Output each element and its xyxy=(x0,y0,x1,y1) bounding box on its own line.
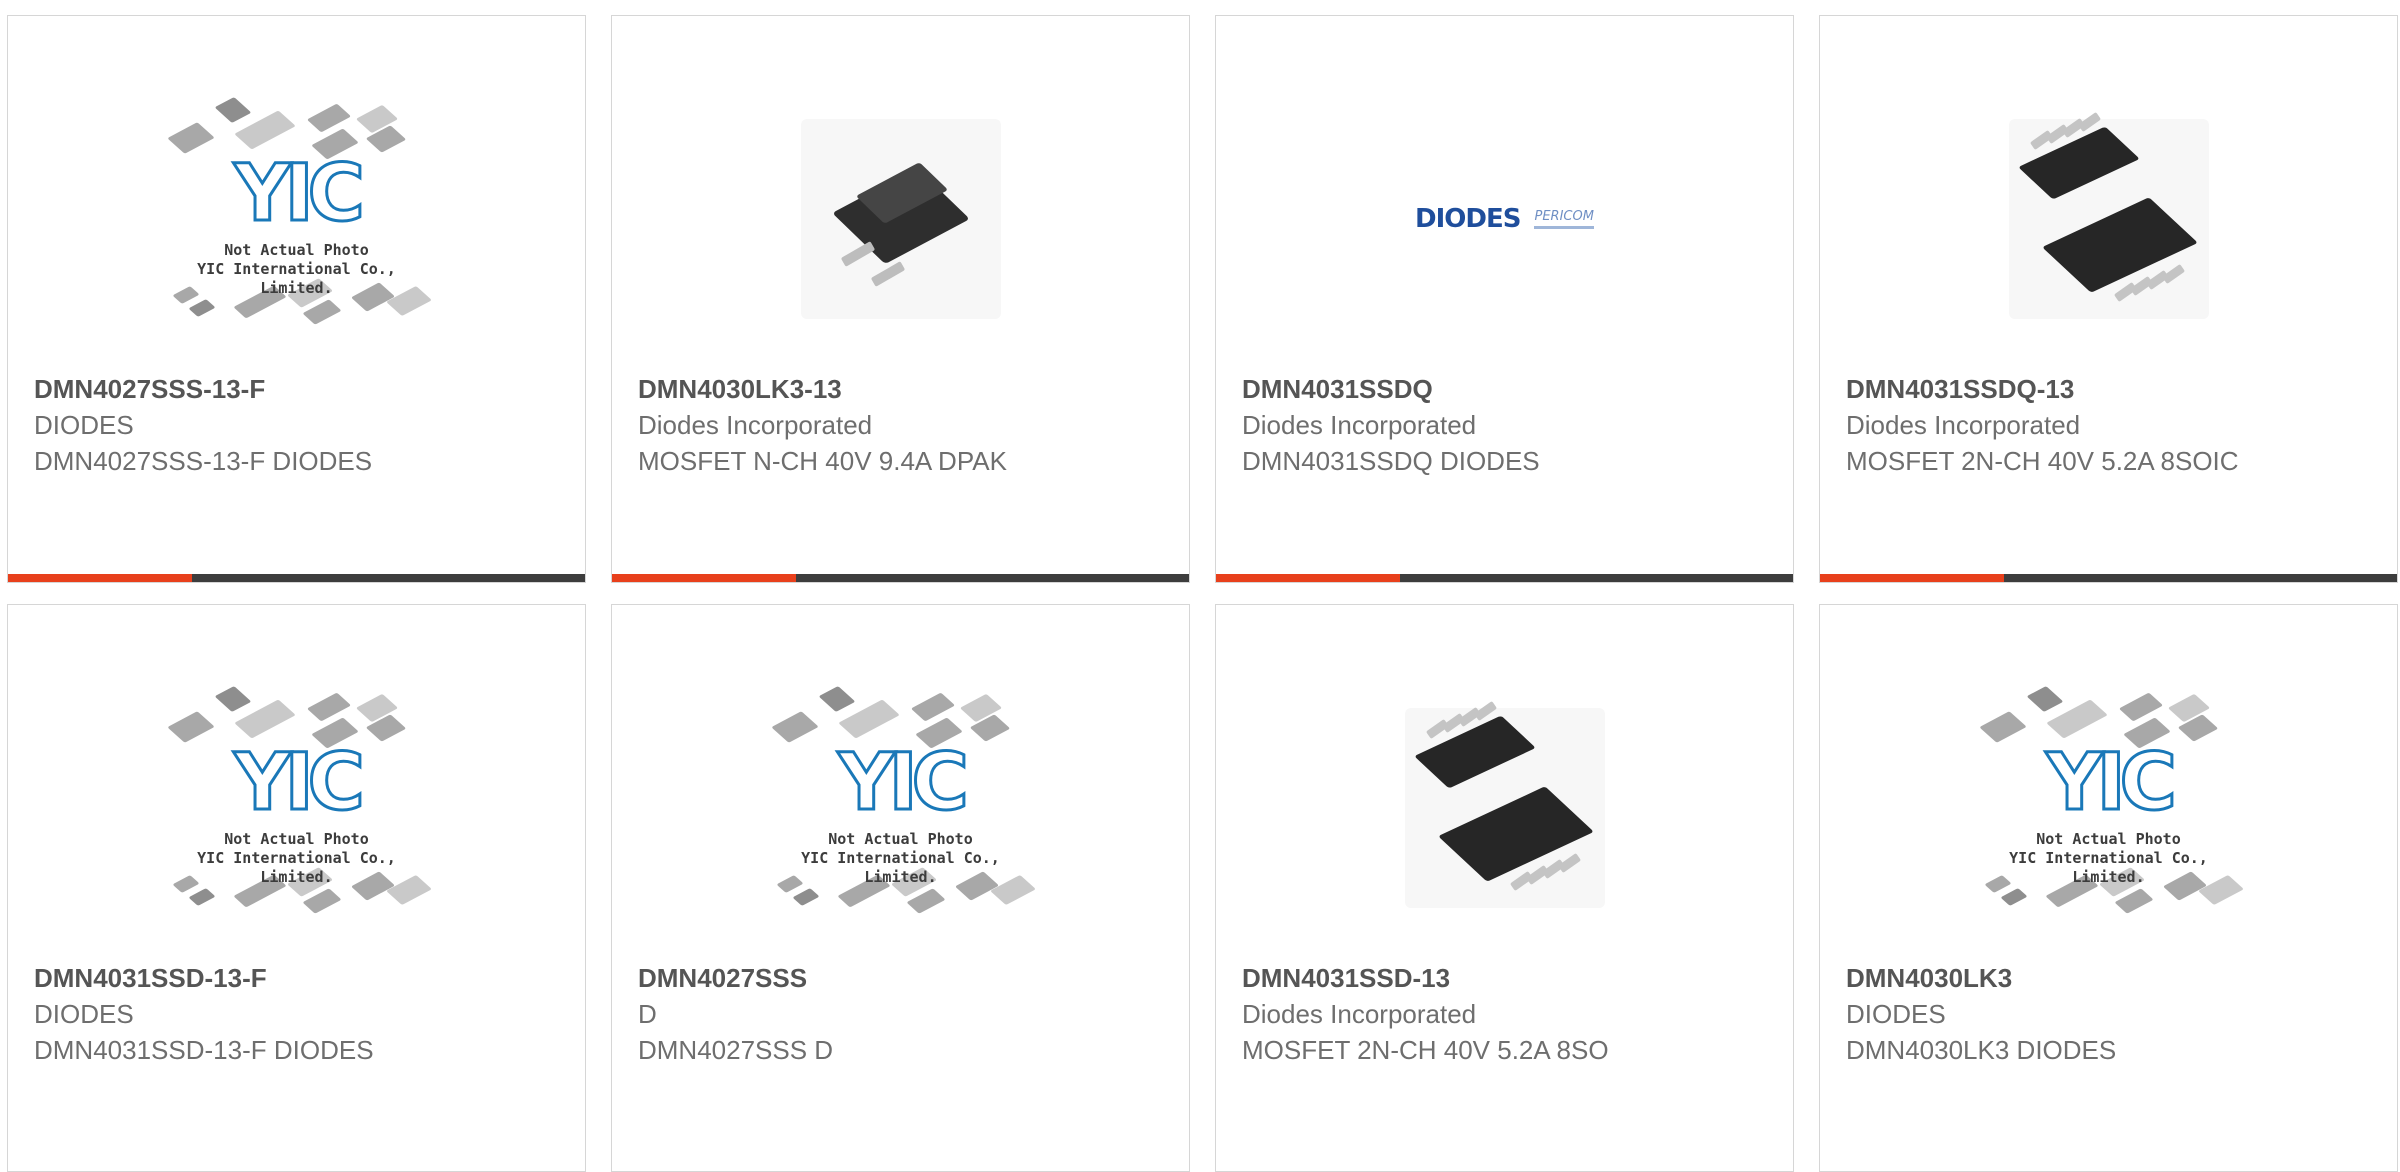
chip-thumbnail xyxy=(1999,887,2028,906)
manufacturer: DIODES xyxy=(34,410,134,440)
chip-thumbnail xyxy=(166,710,215,743)
part-number-link[interactable]: DMN4031SSD-13-F xyxy=(34,960,454,996)
placeholder-image: YIC Not Actual Photo YIC International C… xyxy=(766,685,1036,928)
yic-logo: YIC xyxy=(837,737,971,828)
product-image[interactable] xyxy=(612,76,1189,361)
product-image[interactable]: YIC Not Actual Photo YIC International C… xyxy=(8,76,585,361)
product-image[interactable] xyxy=(1216,665,1793,950)
image-caption-company: YIC International Co., Limited. xyxy=(197,848,396,886)
placeholder-image: YIC Not Actual Photo YIC International C… xyxy=(162,96,432,339)
chip-thumbnail xyxy=(1978,710,2027,743)
manufacturer: DIODES xyxy=(1846,999,1946,1029)
chip-thumbnail xyxy=(187,887,216,906)
part-number-link[interactable]: DMN4027SSS-13-F xyxy=(34,371,454,407)
manufacturer: Diodes Incorporated xyxy=(1846,410,2081,440)
product-info: DMN4027SSS D DMN4027SSS D xyxy=(638,960,1058,1068)
product-grid: YIC Not Actual Photo YIC International C… xyxy=(0,0,2400,1172)
product-info: DMN4030LK3 DIODES DMN4030LK3 DIODES xyxy=(1846,960,2266,1068)
chip-thumbnail xyxy=(791,887,820,906)
product-description: DMN4027SSS-13-F DIODES xyxy=(34,446,373,476)
part-number-link[interactable]: DMN4031SSD-13 xyxy=(1242,960,1662,996)
product-image[interactable]: YIC Not Actual Photo YIC International C… xyxy=(8,665,585,950)
diodes-logo-image: DIODES PERICOM xyxy=(1415,204,1594,234)
product-card[interactable]: DIODES PERICOM DMN4031SSDQ Diodes Incorp… xyxy=(1215,15,1794,583)
product-description: MOSFET 2N-CH 40V 5.2A 8SO xyxy=(1242,1035,1609,1065)
card-accent xyxy=(8,574,192,582)
card-bottom-bar xyxy=(1216,574,1793,582)
part-number-link[interactable]: DMN4027SSS xyxy=(638,960,1058,996)
manufacturer: Diodes Incorporated xyxy=(1242,999,1477,1029)
image-caption: Not Actual Photo xyxy=(2036,829,2181,848)
image-caption-company: YIC International Co., Limited. xyxy=(2009,848,2208,886)
image-caption: Not Actual Photo xyxy=(224,829,369,848)
product-description: DMN4031SSD-13-F DIODES xyxy=(34,1035,374,1065)
product-card[interactable]: YIC Not Actual Photo YIC International C… xyxy=(7,15,586,583)
product-card[interactable]: DMN4031SSD-13 Diodes Incorporated MOSFET… xyxy=(1215,604,1794,1172)
product-card[interactable]: YIC Not Actual Photo YIC International C… xyxy=(7,604,586,1172)
chip-thumbnail xyxy=(2026,685,2063,712)
product-info: DMN4031SSD-13-F DIODES DMN4031SSD-13-F D… xyxy=(34,960,454,1068)
card-bottom-bar xyxy=(8,574,585,582)
chip-thumbnail xyxy=(306,103,351,132)
yic-logo: YIC xyxy=(233,148,367,239)
manufacturer: DIODES xyxy=(34,999,134,1029)
part-number-link[interactable]: DMN4031SSDQ-13 xyxy=(1846,371,2266,407)
product-description: DMN4030LK3 DIODES xyxy=(1846,1035,2117,1065)
image-caption: Not Actual Photo xyxy=(828,829,973,848)
product-info: DMN4031SSDQ Diodes Incorporated DMN4031S… xyxy=(1242,371,1662,479)
chip-thumbnail xyxy=(166,121,215,154)
product-description: MOSFET N-CH 40V 9.4A DPAK xyxy=(638,446,1007,476)
chip-thumbnail xyxy=(910,692,955,721)
card-bottom-bar xyxy=(612,574,1189,582)
soic-package-image xyxy=(2008,111,2209,319)
diodes-logo: DIODES xyxy=(1415,203,1521,234)
product-image[interactable]: YIC Not Actual Photo YIC International C… xyxy=(1820,665,2397,950)
image-caption-company: YIC International Co., Limited. xyxy=(197,259,396,297)
product-info: DMN4031SSDQ-13 Diodes Incorporated MOSFE… xyxy=(1846,371,2266,479)
image-caption: Not Actual Photo xyxy=(224,240,369,259)
product-card[interactable]: DMN4031SSDQ-13 Diodes Incorporated MOSFE… xyxy=(1819,15,2398,583)
product-description: DMN4031SSDQ DIODES xyxy=(1242,446,1540,476)
chip-thumbnail xyxy=(306,692,351,721)
manufacturer: Diodes Incorporated xyxy=(638,410,873,440)
part-number-link[interactable]: DMN4030LK3 xyxy=(1846,960,2266,996)
part-number-link[interactable]: DMN4031SSDQ xyxy=(1242,371,1662,407)
product-description: MOSFET 2N-CH 40V 5.2A 8SOIC xyxy=(1846,446,2239,476)
part-number-link[interactable]: DMN4030LK3-13 xyxy=(638,371,1058,407)
chip-thumbnail xyxy=(818,685,855,712)
card-accent xyxy=(612,574,796,582)
product-image[interactable]: DIODES PERICOM xyxy=(1216,76,1793,361)
card-bottom-bar xyxy=(1820,574,2397,582)
pericom-logo: PERICOM xyxy=(1534,209,1594,229)
soic-package-image xyxy=(1404,700,1605,908)
product-info: DMN4031SSD-13 Diodes Incorporated MOSFET… xyxy=(1242,960,1662,1068)
product-info: DMN4030LK3-13 Diodes Incorporated MOSFET… xyxy=(638,371,1058,479)
card-accent xyxy=(1216,574,1400,582)
product-card[interactable]: DMN4030LK3-13 Diodes Incorporated MOSFET… xyxy=(611,15,1190,583)
chip-thumbnail xyxy=(187,298,216,317)
product-card[interactable]: YIC Not Actual Photo YIC International C… xyxy=(611,604,1190,1172)
product-description: DMN4027SSS D xyxy=(638,1035,834,1065)
product-info: DMN4027SSS-13-F DIODES DMN4027SSS-13-F D… xyxy=(34,371,454,479)
placeholder-image: YIC Not Actual Photo YIC International C… xyxy=(162,685,432,928)
placeholder-image: YIC Not Actual Photo YIC International C… xyxy=(1974,685,2244,928)
product-image[interactable] xyxy=(1820,76,2397,361)
product-image[interactable]: YIC Not Actual Photo YIC International C… xyxy=(612,665,1189,950)
manufacturer: Diodes Incorporated xyxy=(1242,410,1477,440)
image-caption-company: YIC International Co., Limited. xyxy=(801,848,1000,886)
yic-logo: YIC xyxy=(2045,737,2179,828)
chip-thumbnail xyxy=(2118,692,2163,721)
product-card[interactable]: YIC Not Actual Photo YIC International C… xyxy=(1819,604,2398,1172)
card-accent xyxy=(1820,574,2004,582)
yic-logo: YIC xyxy=(233,737,367,828)
dpak-package-image xyxy=(800,118,1001,319)
manufacturer: D xyxy=(638,999,657,1029)
chip-thumbnail xyxy=(770,710,819,743)
chip-thumbnail xyxy=(214,685,251,712)
chip-thumbnail xyxy=(214,96,251,123)
